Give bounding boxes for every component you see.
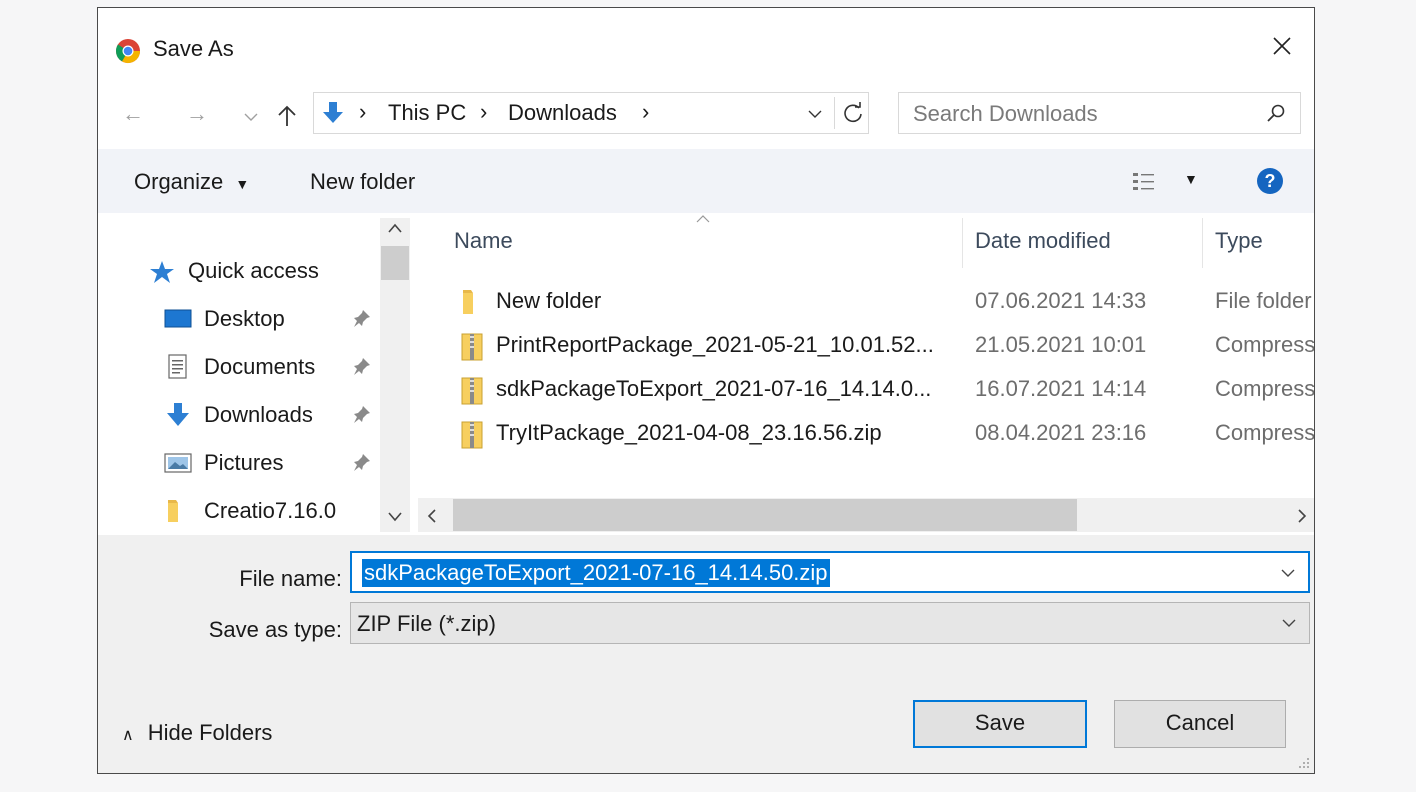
scroll-down-chevron-icon[interactable] [387, 510, 403, 522]
downloads-icon [167, 403, 189, 426]
file-name: New folder [496, 288, 602, 313]
pin-icon [354, 454, 370, 471]
file-name-dropdown-chevron-icon[interactable] [1280, 565, 1296, 581]
hide-folders-button[interactable]: ∧ Hide Folders [122, 720, 272, 749]
column-header-type[interactable]: Type [1215, 228, 1263, 254]
save-type-label: Save as type: [208, 617, 342, 642]
breadcrumb-separator: › [480, 99, 488, 124]
zip-folder-icon [461, 377, 483, 405]
search-input[interactable]: Search Downloads [898, 92, 1301, 134]
sort-ascending-icon [696, 215, 710, 223]
resize-grip-icon[interactable] [1296, 755, 1310, 769]
file-date: 07.06.2021 14:33 [975, 288, 1147, 313]
pin-icon [354, 406, 370, 423]
downloads-arrow-icon [323, 102, 343, 123]
column-header-date[interactable]: Date modified [975, 228, 1111, 254]
chrome-icon [116, 39, 140, 64]
view-options-icon[interactable] [1132, 171, 1156, 193]
folder-icon [168, 500, 178, 522]
scroll-left-chevron-icon[interactable] [426, 508, 438, 524]
save-type-value: ZIP File (*.zip) [357, 611, 496, 636]
up-arrow-icon[interactable] [276, 104, 298, 128]
file-date: 21.05.2021 10:01 [975, 332, 1147, 357]
file-name-input[interactable]: sdkPackageToExport_2021-07-16_14.14.50.z… [350, 551, 1310, 593]
file-name: TryItPackage_2021-04-08_23.16.56.zip [496, 420, 882, 445]
nav-item-label: Documents [204, 354, 316, 379]
file-name: sdkPackageToExport_2021-07-16_14.14.0... [496, 376, 932, 401]
column-separator[interactable] [962, 218, 963, 268]
save-button[interactable]: Save [913, 700, 1087, 748]
address-dropdown-chevron-icon[interactable] [808, 109, 822, 119]
nav-quick-access-label: Quick access [188, 258, 319, 283]
organize-menu[interactable]: Organize ▼ [134, 169, 249, 197]
file-type: File folder [1215, 288, 1312, 313]
file-name-label: File name: [239, 566, 342, 591]
breadcrumb-downloads[interactable]: Downloads [508, 100, 617, 126]
save-type-select[interactable]: ZIP File (*.zip) [350, 602, 1310, 644]
file-type: Compressed [1215, 376, 1315, 401]
list-horizontal-scrollbar-thumb[interactable] [453, 499, 1077, 531]
forward-arrow-icon[interactable]: → [186, 101, 208, 127]
organize-chevron-icon: ▼ [235, 176, 250, 192]
pin-icon [354, 310, 370, 327]
search-icon[interactable] [1266, 103, 1286, 123]
command-toolbar: Organize ▼ New folder ▼ ? [98, 149, 1314, 213]
back-arrow-icon[interactable]: ← [122, 101, 144, 127]
chevron-up-icon: ∧ [122, 727, 134, 744]
column-separator[interactable] [1202, 218, 1203, 268]
desktop-icon [164, 309, 192, 328]
view-options-chevron-icon[interactable]: ▼ [1184, 171, 1198, 187]
save-type-dropdown-chevron-icon[interactable] [1281, 615, 1297, 631]
zip-folder-icon [461, 421, 483, 449]
nav-item-label: Creatio7.16.0 [204, 498, 337, 523]
address-bar[interactable]: › This PC › Downloads › [313, 92, 869, 134]
new-folder-button[interactable]: New folder [310, 169, 415, 195]
file-type: Compressed [1215, 332, 1315, 357]
nav-item-label: Desktop [204, 306, 285, 331]
nav-item-label: Pictures [204, 450, 284, 475]
hide-folders-label: Hide Folders [147, 720, 273, 745]
organize-label: Organize [134, 169, 224, 194]
file-name: PrintReportPackage_2021-05-21_10.01.52..… [496, 332, 934, 357]
address-divider [834, 97, 835, 129]
search-placeholder: Search Downloads [913, 101, 1098, 126]
window-title: Save As [153, 36, 234, 61]
svg-text:?: ? [1265, 171, 1276, 191]
breadcrumb-separator: › [642, 99, 650, 124]
scroll-right-chevron-icon[interactable] [1296, 508, 1308, 524]
nav-item-label: Downloads [204, 402, 313, 427]
folder-icon [463, 290, 473, 314]
refresh-icon[interactable] [842, 102, 864, 124]
save-as-dialog: Save As ← → › This PC › Downloads › Sear… [97, 7, 1315, 774]
pictures-icon [164, 453, 192, 473]
file-date: 08.04.2021 23:16 [975, 420, 1147, 445]
documents-icon [168, 354, 187, 379]
zip-folder-icon [461, 333, 483, 361]
pin-icon [354, 358, 370, 375]
scroll-up-chevron-icon[interactable] [387, 222, 403, 234]
breadcrumb-this-pc[interactable]: This PC [388, 100, 466, 126]
quick-access-star-icon [150, 261, 174, 283]
breadcrumb-separator: › [359, 99, 367, 124]
nav-scrollbar-thumb[interactable] [381, 246, 409, 280]
cancel-button[interactable]: Cancel [1114, 700, 1286, 748]
help-icon[interactable]: ? [1256, 167, 1284, 195]
column-header-name[interactable]: Name [454, 228, 513, 254]
file-date: 16.07.2021 14:14 [975, 376, 1147, 401]
close-icon[interactable] [1268, 32, 1296, 60]
file-type: Compressed [1215, 420, 1315, 445]
file-name-value: sdkPackageToExport_2021-07-16_14.14.50.z… [362, 559, 830, 587]
recent-chevron-icon[interactable] [244, 112, 258, 122]
